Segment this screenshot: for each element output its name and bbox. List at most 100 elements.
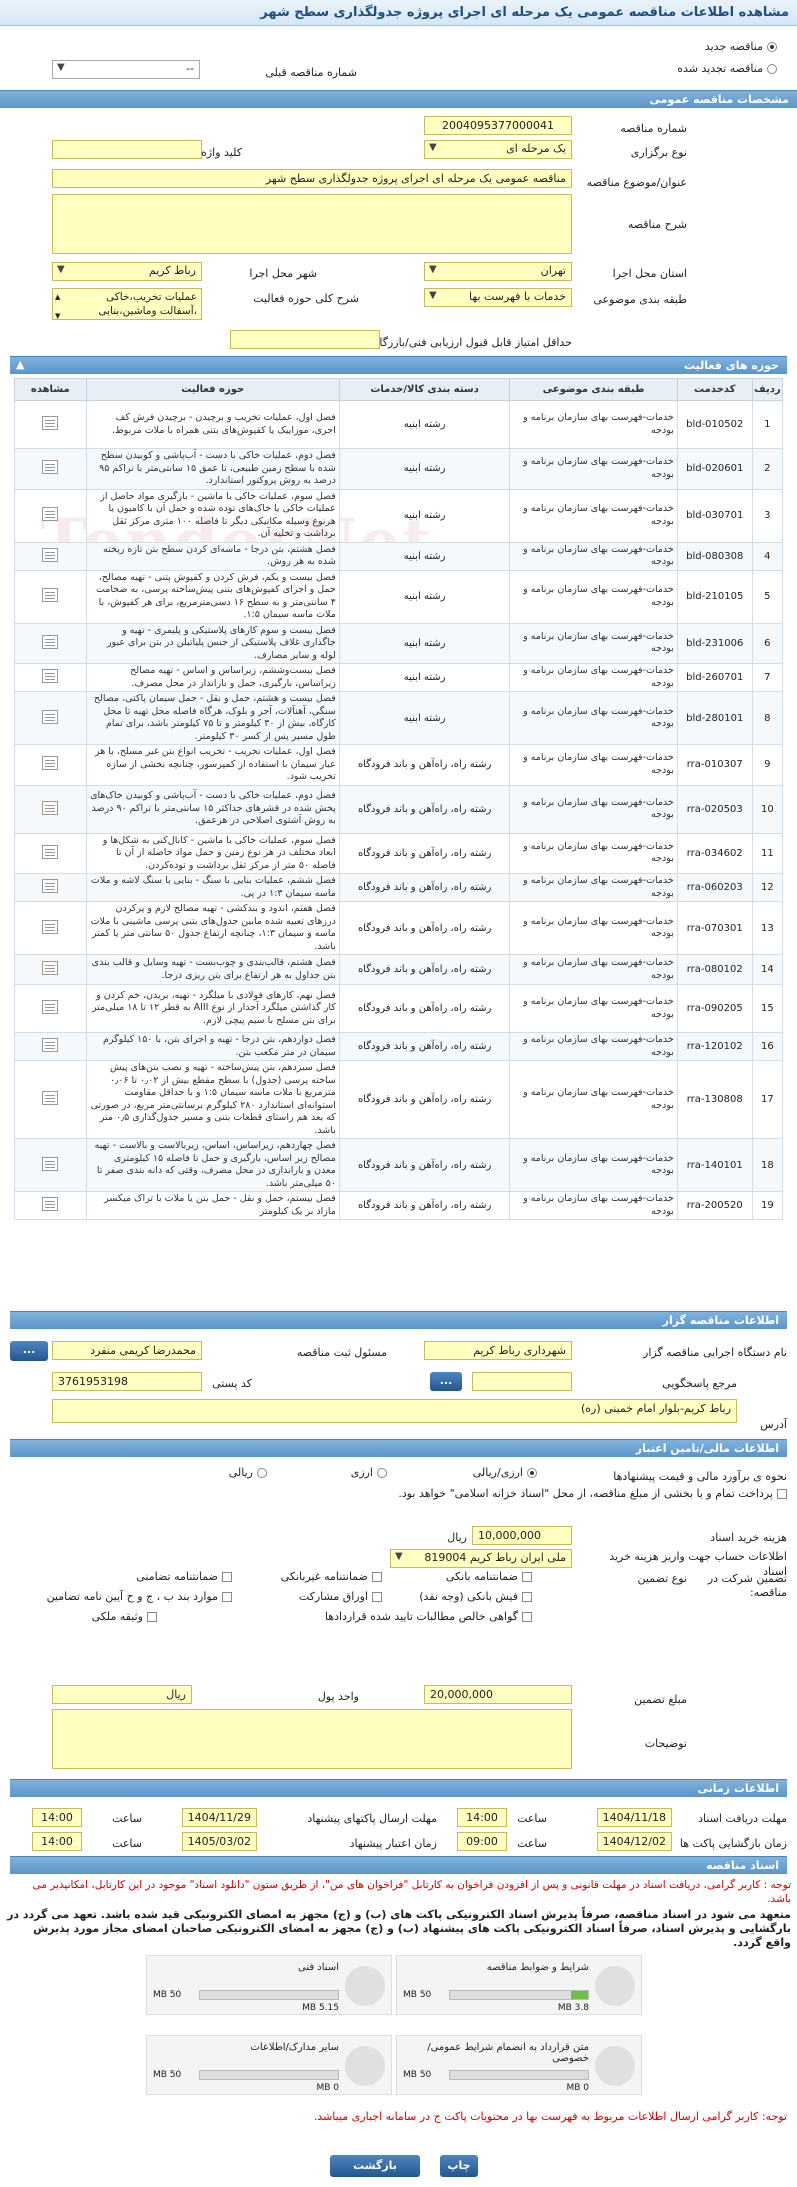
- view-cell[interactable]: [14, 691, 87, 745]
- radio-renew[interactable]: [767, 64, 777, 74]
- chevron-down-icon: ▼: [429, 290, 437, 301]
- view-cell[interactable]: [14, 984, 87, 1033]
- acct-select[interactable]: ملی ایران رباط کریم 819004 ▼: [390, 1549, 572, 1568]
- person-more-button[interactable]: ...: [10, 1341, 48, 1361]
- scroll-down-icon[interactable]: ▼: [55, 309, 60, 319]
- keyword-field[interactable]: [52, 140, 202, 159]
- estimate-opt1[interactable]: ارزی/ریالی: [473, 1466, 537, 1479]
- view-document-icon[interactable]: [42, 919, 59, 934]
- scope-list[interactable]: عملیات تخریب،خاکی ،آسفالت وماشین،بنایی ▲…: [52, 288, 202, 320]
- view-document-icon[interactable]: [42, 460, 59, 475]
- view-cell[interactable]: [14, 569, 87, 624]
- view-cell[interactable]: [14, 784, 87, 834]
- col-desc: حوزه فعالیت: [85, 378, 340, 401]
- view-cell[interactable]: [14, 1191, 87, 1220]
- category-select[interactable]: خدمات با فهرست بها ▼: [424, 288, 572, 307]
- view-document-icon[interactable]: [42, 588, 59, 602]
- guar-opt-claims[interactable]: گواهی خالص مطالبات تایید شده قراردادها: [325, 1610, 532, 1623]
- checkbox-joint[interactable]: [222, 1572, 232, 1582]
- scroll-up-icon[interactable]: ▲: [55, 290, 60, 304]
- view-document-icon[interactable]: [42, 507, 59, 521]
- collapse-icon[interactable]: ▲: [16, 358, 24, 371]
- view-cell[interactable]: [14, 954, 87, 985]
- view-document-icon[interactable]: [42, 634, 59, 649]
- view-cell[interactable]: [14, 541, 87, 571]
- view-cell[interactable]: [14, 1032, 87, 1061]
- province-select[interactable]: تهران ▼: [424, 262, 572, 281]
- renewed-tender-radio[interactable]: مناقصه تجدید شده: [677, 62, 777, 75]
- ref-more-button[interactable]: ...: [430, 1372, 462, 1391]
- g5-label: فیش بانکی (وجه نقد): [419, 1590, 518, 1603]
- pay-checkbox[interactable]: [777, 1489, 787, 1499]
- view-document-icon[interactable]: [42, 756, 59, 771]
- radio-estimate-2[interactable]: [377, 1468, 387, 1478]
- view-document-icon[interactable]: [42, 1038, 59, 1052]
- checkbox-clauses[interactable]: [222, 1592, 232, 1602]
- service-code: bld-210105: [676, 569, 753, 624]
- checkbox-claims[interactable]: [522, 1612, 532, 1622]
- view-document-icon[interactable]: [42, 1091, 59, 1105]
- view-cell[interactable]: [14, 873, 87, 902]
- view-cell[interactable]: [14, 400, 87, 449]
- chevron-down-icon: ▼: [57, 264, 65, 275]
- radio-estimate-3[interactable]: [257, 1468, 267, 1478]
- view-cell[interactable]: [14, 744, 87, 786]
- city-select[interactable]: رباط کریم ▼: [52, 262, 202, 281]
- doc-file-3-max: 50 MB: [403, 2070, 432, 2080]
- doc-file-4[interactable]: سایر مدارک/اطلاعات 0 MB 50 MB: [146, 2035, 392, 2095]
- back-button[interactable]: بازگشت: [330, 2155, 420, 2177]
- view-cell[interactable]: [14, 488, 87, 543]
- chevron-down-icon: ▼: [57, 62, 65, 73]
- guar-opt-bank[interactable]: ضمانتنامه بانکی: [446, 1570, 532, 1583]
- doc-file-1[interactable]: شرایط و ضوابط مناقصه 3.8 MB 50 MB: [396, 1955, 642, 2015]
- doc-file-3[interactable]: متن قرارداد به انضمام شرایط عمومی/خصوصی 0…: [396, 2035, 642, 2095]
- estimate-label: نحوه ی برآورد مالی و قیمت پیشنهادها: [613, 1470, 787, 1483]
- estimate-opt2[interactable]: ارزی: [351, 1466, 387, 1479]
- guar-opt-property[interactable]: وثیقه ملکی: [92, 1610, 157, 1623]
- valid-label: زمان اعتبار پیشنهاد: [349, 1837, 437, 1850]
- view-cell[interactable]: [14, 622, 87, 664]
- guar-opt-clauses[interactable]: موارد بند ب ، ج و ح آیین نامه تضامین: [47, 1590, 232, 1603]
- guar-opt-cash[interactable]: فیش بانکی (وجه نقد): [419, 1590, 532, 1603]
- checkbox-nonbank[interactable]: [372, 1572, 382, 1582]
- view-cell[interactable]: [14, 901, 87, 955]
- view-cell[interactable]: [14, 832, 87, 874]
- view-cell[interactable]: [14, 1138, 87, 1192]
- table-row: 13 rra-070301 خدمات-فهرست بهای سازمان برنا…: [14, 901, 784, 955]
- guar-opt-nonbank[interactable]: ضمانتنامه غیربانکی: [281, 1570, 382, 1583]
- view-cell[interactable]: [14, 663, 87, 692]
- group-cell: رشته ابنیه: [338, 569, 511, 624]
- checkbox-cash[interactable]: [522, 1592, 532, 1602]
- new-tender-radio[interactable]: مناقصه جدید: [705, 40, 777, 53]
- checkbox-bank[interactable]: [522, 1572, 532, 1582]
- category-value: خدمات با فهرست بها: [469, 290, 566, 303]
- print-button[interactable]: چاپ: [440, 2155, 478, 2177]
- prev-number-select[interactable]: -- ▼: [52, 60, 200, 79]
- doc-file-2[interactable]: اسناد فنی 5.15 MB 50 MB: [146, 1955, 392, 2015]
- view-document-icon[interactable]: [42, 879, 59, 893]
- guar-opt-bonds[interactable]: اوراق مشارکت: [299, 1590, 382, 1603]
- view-document-icon[interactable]: [42, 1000, 59, 1014]
- radio-estimate-1[interactable]: [527, 1468, 537, 1478]
- view-document-icon[interactable]: [42, 669, 59, 683]
- checkbox-property[interactable]: [147, 1612, 157, 1622]
- valid-date: 1405/03/02: [182, 1832, 257, 1851]
- estimate-opt3[interactable]: ریالی: [229, 1466, 267, 1479]
- type-select[interactable]: یک مرحله ای ▼: [424, 140, 572, 159]
- folder-icon: [345, 1966, 385, 2006]
- view-document-icon[interactable]: [42, 709, 59, 724]
- view-document-icon[interactable]: [42, 800, 59, 815]
- view-document-icon[interactable]: [42, 844, 59, 859]
- folder-icon: [345, 2046, 385, 2086]
- view-document-icon[interactable]: [42, 416, 59, 430]
- view-document-icon[interactable]: [42, 961, 59, 975]
- view-document-icon[interactable]: [42, 1156, 59, 1171]
- view-cell[interactable]: [14, 1060, 87, 1139]
- view-document-icon[interactable]: [42, 1197, 59, 1211]
- view-cell[interactable]: [14, 448, 87, 490]
- city-value: رباط کریم: [148, 264, 196, 277]
- checkbox-bonds[interactable]: [372, 1592, 382, 1602]
- guar-opt-joint[interactable]: ضمانتنامه تضامنی: [136, 1570, 232, 1583]
- view-document-icon[interactable]: [42, 547, 59, 562]
- radio-new[interactable]: [767, 42, 777, 52]
